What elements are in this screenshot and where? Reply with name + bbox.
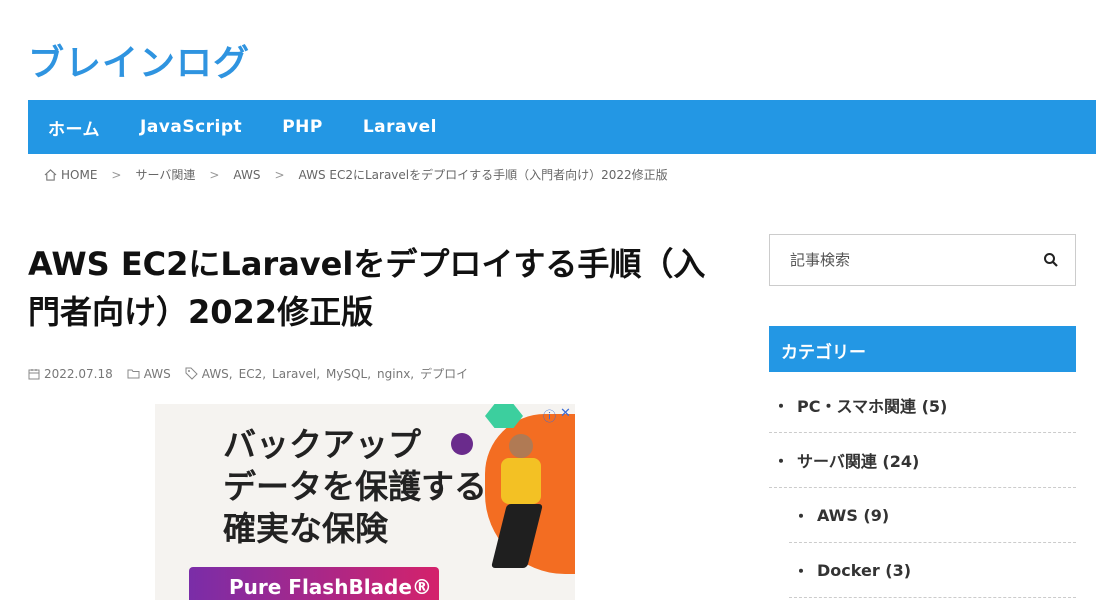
- bullet-icon: ・: [773, 397, 790, 416]
- post-tag[interactable]: MySQL,: [326, 367, 371, 381]
- bullet-icon: ・: [793, 507, 810, 526]
- bullet-icon: ・: [773, 452, 790, 471]
- breadcrumb-server[interactable]: サーバ関連: [135, 166, 195, 183]
- ad-choices[interactable]: ⓘ ✕: [543, 406, 571, 425]
- global-nav: ホーム JavaScript PHP Laravel: [28, 100, 1096, 154]
- calendar-icon: [28, 368, 40, 379]
- breadcrumb-separator: >: [111, 167, 122, 182]
- post-meta: 2022.07.18 AWS AWS, EC2, Laravel, MySQL,…: [28, 365, 488, 382]
- ad-text: バックアップ データを保護する 確実な保険: [223, 425, 487, 548]
- search-box: [769, 234, 1076, 286]
- category-list: ・ PC・スマホ関連 (5) ・サーバ関連 (24) ・ AWS (9) ・ Dock…: [769, 378, 1076, 598]
- post-tag[interactable]: AWS,: [202, 367, 233, 381]
- breadcrumb-separator: >: [274, 167, 285, 182]
- post-tag[interactable]: Laravel,: [272, 367, 320, 381]
- search-input[interactable]: [790, 251, 1043, 269]
- close-icon[interactable]: ✕: [560, 406, 571, 425]
- site-logo[interactable]: ブレインログ: [28, 34, 250, 86]
- breadcrumb-aws[interactable]: AWS: [233, 168, 260, 182]
- breadcrumb-separator: >: [209, 167, 220, 182]
- breadcrumb-home[interactable]: HOME: [61, 168, 97, 182]
- post-category[interactable]: AWS: [144, 367, 171, 381]
- post-tag[interactable]: デプロイ: [420, 365, 468, 382]
- info-icon[interactable]: ⓘ: [543, 406, 556, 425]
- category-item[interactable]: ・ Docker (3): [789, 543, 1076, 598]
- nav-item-laravel[interactable]: Laravel: [363, 117, 437, 137]
- tag-icon: [185, 367, 198, 380]
- breadcrumb-current: AWS EC2にLaravelをデプロイする手順（入門者向け）2022修正版: [298, 168, 668, 182]
- category-widget-title: カテゴリー: [769, 326, 1076, 372]
- post-tag[interactable]: EC2,: [239, 367, 266, 381]
- folder-icon: [127, 369, 140, 379]
- category-item[interactable]: ・ PC・スマホ関連 (5): [769, 378, 1076, 433]
- category-label: PC・スマホ関連 (5): [797, 397, 948, 416]
- nav-item-php[interactable]: PHP: [282, 117, 323, 137]
- search-icon[interactable]: [1043, 252, 1059, 268]
- bullet-icon: ・: [793, 562, 810, 581]
- category-label: サーバ関連 (24): [797, 452, 920, 471]
- breadcrumb: HOME > サーバ関連 > AWS > AWS EC2にLaravelをデプロ…: [44, 166, 668, 183]
- ad-person-image: [491, 434, 545, 574]
- nav-item-home[interactable]: ホーム: [48, 115, 100, 140]
- category-item[interactable]: ・サーバ関連 (24): [769, 433, 1076, 488]
- home-icon: [44, 168, 57, 181]
- post-date: 2022.07.18: [44, 366, 113, 381]
- post-title: AWS EC2にLaravelをデプロイする手順（入門者向け）2022修正版: [28, 245, 706, 331]
- post-tag[interactable]: nginx,: [377, 367, 414, 381]
- nav-item-javascript[interactable]: JavaScript: [140, 117, 242, 137]
- category-label: Docker (3): [817, 560, 912, 580]
- category-label: AWS (9): [817, 505, 890, 525]
- category-item[interactable]: ・ AWS (9): [789, 488, 1076, 543]
- ad-product-banner: Pure FlashBlade®: [189, 567, 439, 600]
- ad-banner[interactable]: バックアップ データを保護する 確実な保険 ⓘ ✕ Pure FlashBlad…: [155, 404, 575, 600]
